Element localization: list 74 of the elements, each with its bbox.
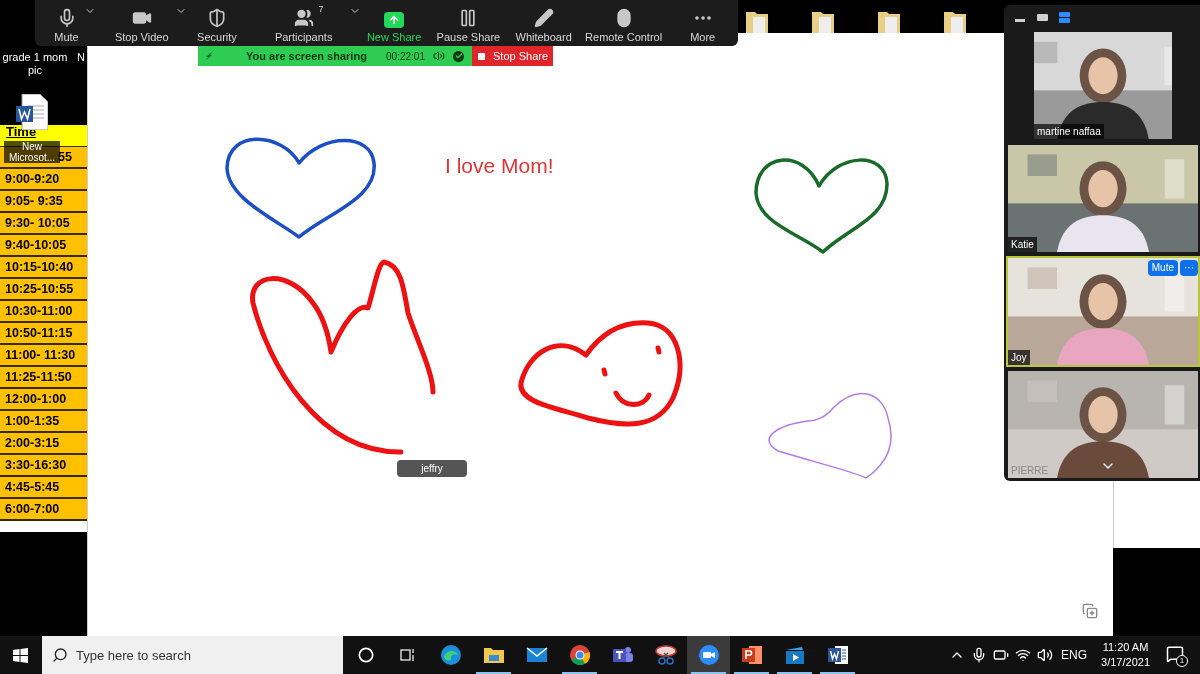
more-options-button[interactable]: ···	[1180, 260, 1198, 276]
stop-icon	[478, 52, 485, 60]
speaker-icon[interactable]	[433, 50, 445, 62]
desktop-icon-label[interactable]: New Microsot...	[4, 141, 60, 163]
copy-icon[interactable]	[1082, 603, 1098, 619]
search-icon	[52, 647, 68, 663]
table-cell: 12:00-1:00	[0, 389, 87, 411]
notification-badge: 1	[1176, 655, 1188, 667]
whiteboard-text: I love Mom!	[445, 153, 554, 179]
folder-icon[interactable]	[811, 9, 835, 33]
table-cell: 10:15-10:40	[0, 257, 87, 279]
table-cell: 10:30-11:00	[0, 301, 87, 323]
taskbar-app-button[interactable]	[687, 636, 730, 674]
wave-logo-icon	[439, 644, 462, 666]
folder-icon[interactable]	[745, 9, 769, 33]
table-cell: 4:45-5:45	[0, 477, 87, 499]
notification-button[interactable]: 1	[1166, 645, 1186, 665]
table-cell: 9:30- 10:05	[0, 213, 87, 235]
table-cell: 10:50-11:15	[0, 323, 87, 345]
participant-count: 7	[318, 3, 324, 16]
play-icon	[783, 644, 806, 666]
participant-name: Joy	[1008, 350, 1030, 365]
folder-icon[interactable]	[877, 9, 901, 33]
shield-icon	[207, 8, 227, 28]
document-logo-icon	[826, 644, 849, 666]
table-cell: 9:40-10:05	[0, 235, 87, 257]
date-text: 3/17/2021	[1101, 655, 1150, 670]
circle-icon[interactable]	[358, 647, 374, 663]
stop-share-button[interactable]: Stop Share	[472, 46, 553, 66]
start-icon[interactable]	[13, 647, 28, 663]
share-timer: 00:22:01	[386, 49, 425, 64]
speaker-view-button[interactable]	[1036, 11, 1048, 24]
participant-name: martine naffaa	[1034, 124, 1104, 139]
speaker-icon[interactable]	[1037, 647, 1054, 663]
pencil-icon	[533, 8, 554, 28]
search-field[interactable]: Type here to search	[42, 636, 343, 674]
video-tile[interactable]: martine naffaa	[1032, 30, 1174, 141]
battery-icon[interactable]	[993, 647, 1010, 663]
wifi-icon[interactable]	[1015, 647, 1032, 663]
table-cell: 10:25-10:55	[0, 279, 87, 301]
envelope-icon	[525, 647, 548, 663]
table-cell: 9:05- 9:35	[0, 191, 87, 213]
desktop-icon-label[interactable]: N	[77, 51, 85, 64]
table-cell: 3:30-16:30	[0, 455, 87, 477]
clock[interactable]: 11:20 AM 3/17/2021	[1101, 640, 1150, 670]
slides-logo-icon	[740, 644, 763, 666]
video-tile[interactable]: Joy Mute ···	[1006, 256, 1200, 367]
folder-icon[interactable]	[943, 9, 967, 33]
task-view-icon[interactable]	[400, 648, 416, 662]
gallery-view-button[interactable]	[1058, 11, 1070, 24]
table-cell: 6:00-7:00	[0, 499, 87, 521]
video-camera-icon	[697, 644, 720, 666]
annotator-label: jeffry	[397, 460, 467, 477]
more-icon	[694, 16, 711, 20]
desktop-icon-label[interactable]: grade 1 mom pic	[2, 51, 68, 77]
table-cell: 2:00-3:15	[0, 433, 87, 455]
participant-name: PIERRE	[1010, 464, 1050, 478]
participant-name: Katie	[1008, 237, 1037, 252]
people-icon	[293, 8, 314, 28]
table-cell: 11:25-11:50	[0, 367, 87, 389]
browser-logo-icon	[568, 644, 591, 666]
table-cell: 1:00-1:35	[0, 411, 87, 433]
mute-button[interactable]: Mute	[1147, 260, 1178, 276]
time-text: 11:20 AM	[1102, 640, 1149, 655]
sharing-message: You are screen sharing	[246, 48, 367, 64]
message-icon	[1166, 645, 1184, 663]
scissors-icon	[653, 644, 678, 666]
shield-check-icon[interactable]	[453, 50, 464, 62]
pin-icon[interactable]	[204, 51, 214, 61]
folder-icon	[482, 646, 505, 664]
language-indicator[interactable]: ENG	[1061, 646, 1088, 664]
table-cell: 11:00- 11:30	[0, 345, 87, 367]
table-cell: 9:00-9:20	[0, 169, 87, 191]
video-tile[interactable]: Katie	[1006, 143, 1200, 254]
